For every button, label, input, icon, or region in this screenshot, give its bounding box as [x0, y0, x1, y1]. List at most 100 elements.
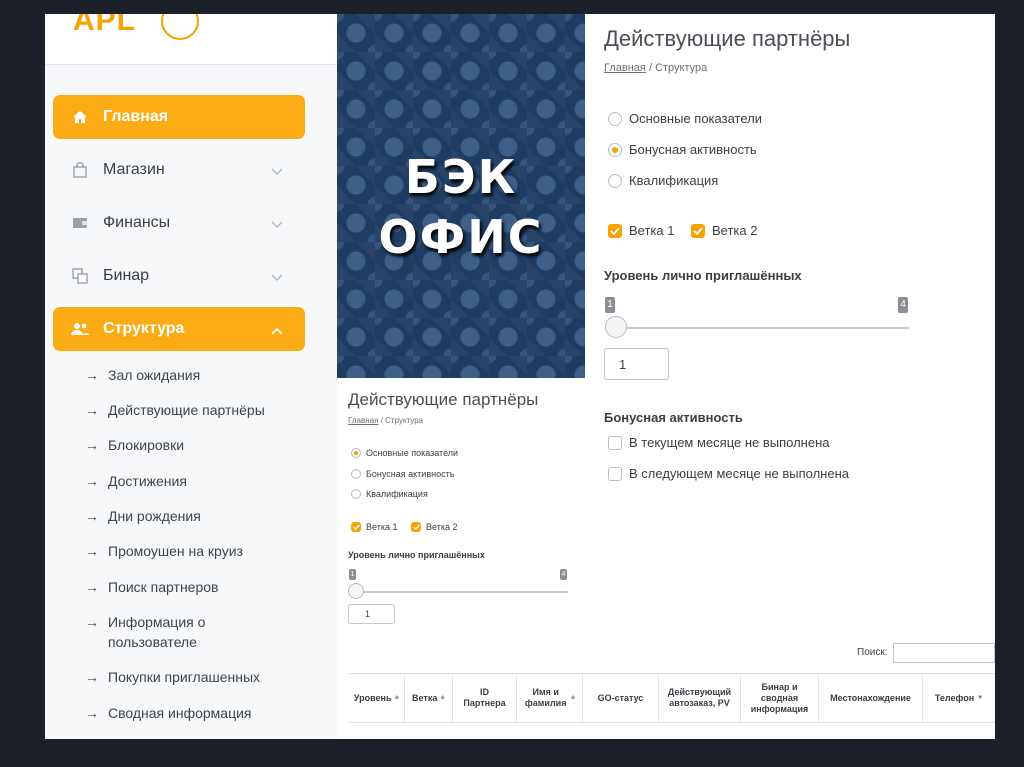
sidebar-item-home[interactable]: Главная [53, 95, 305, 139]
radio-button[interactable] [351, 469, 361, 479]
chevron-up-icon[interactable] [271, 322, 283, 340]
slider-track[interactable] [611, 327, 909, 329]
slider-track[interactable] [353, 591, 568, 593]
checkbox-checked[interactable] [691, 223, 705, 238]
submenu-item-waiting-room[interactable]: → Зал ожидания [85, 365, 325, 385]
radio-bonus-activity[interactable]: Бонусная активность [608, 142, 757, 157]
radio-button[interactable] [608, 111, 622, 126]
arrow-right-icon: → [85, 508, 99, 524]
submenu-item-cruise-promotion[interactable]: → Промоушен на круиз [85, 541, 325, 561]
slider-handle[interactable] [348, 583, 364, 599]
sidebar-item-structure[interactable]: Структура [53, 307, 305, 351]
bonus-activity-label: Бонусная активность [604, 410, 743, 425]
column-header-full-name[interactable]: Имя и фамилия ◆ [517, 674, 583, 722]
submenu-item-user-info[interactable]: → Информация о пользователе [85, 612, 225, 652]
breadcrumb-current: Структура [655, 62, 708, 74]
radio-button-selected[interactable] [608, 142, 622, 157]
sort-icon: ◆ [394, 694, 400, 701]
users-icon [71, 320, 89, 338]
sidebar-item-label: Главная [103, 108, 169, 125]
breadcrumb-home-link[interactable]: Главная [348, 416, 378, 425]
checkbox-current-month[interactable]: В текущем месяце не выполнена [608, 435, 830, 450]
checkbox-branch-2[interactable]: Ветка 2 [411, 522, 457, 532]
checkbox-label: В текущем месяце не выполнена [629, 435, 830, 450]
column-header-binary-summary[interactable]: Бинар и сводная информация [741, 674, 819, 722]
sidebar: APL Главная Магазин Финансы Бинар Структ… [45, 14, 337, 739]
radio-qualification[interactable]: Квалификация [351, 489, 428, 499]
arrow-right-icon: → [85, 402, 99, 418]
slide-background: БЭК ОФИС [337, 14, 585, 378]
checkbox-label: Ветка 2 [426, 522, 458, 532]
search-input[interactable] [893, 643, 995, 663]
radio-main-indicators[interactable]: Основные показатели [608, 111, 762, 126]
column-header-branch[interactable]: Ветка ◆ [405, 674, 453, 722]
logo-area: APL [45, 14, 337, 65]
page-title: Действующие партнёры [604, 26, 851, 51]
radio-button[interactable] [351, 489, 361, 499]
arrow-right-icon: → [85, 705, 99, 721]
submenu-item-label: Действующие партнёры [108, 402, 265, 418]
checkbox-label: В следующем месяце не выполнена [629, 466, 849, 481]
radio-label: Основные показатели [366, 448, 459, 458]
submenu-item-partner-search[interactable]: → Поиск партнеров [85, 577, 325, 597]
slider-min-label: 1 [349, 569, 356, 580]
radio-label: Бонусная активность [629, 142, 757, 157]
submenu-item-active-partners[interactable]: → Действующие партнёры [85, 400, 325, 420]
right-page-panel: Действующие партнёры Главная / Структура… [585, 14, 995, 739]
arrow-right-icon: → [85, 669, 99, 685]
checkbox-checked[interactable] [608, 223, 622, 238]
checkbox-branch-2[interactable]: Ветка 2 [691, 223, 757, 238]
sidebar-item-shop[interactable]: Магазин [53, 148, 305, 192]
chevron-down-icon[interactable] [271, 163, 283, 181]
checkbox-label: Ветка 1 [629, 223, 675, 238]
invited-level-input[interactable]: 1 [604, 348, 669, 380]
submenu-item-blocks[interactable]: → Блокировки [85, 435, 325, 455]
column-header-location[interactable]: Местонахождение [819, 674, 923, 722]
breadcrumb-home-link[interactable]: Главная [604, 62, 646, 74]
invited-level-label: Уровень лично приглашённых [348, 550, 485, 560]
radio-label: Основные показатели [629, 111, 762, 126]
sidebar-item-finance[interactable]: Финансы [53, 201, 305, 245]
checkbox-branch-1[interactable]: Ветка 1 [608, 223, 674, 238]
checkbox-unchecked[interactable] [608, 435, 622, 450]
checkbox-branch-1[interactable]: Ветка 1 [351, 522, 397, 532]
chevron-down-icon[interactable] [271, 216, 283, 234]
column-header-autoorder[interactable]: Действующий автозаказ, PV [659, 674, 741, 722]
arrow-right-icon: → [85, 437, 99, 453]
breadcrumb: Главная / Структура [604, 62, 707, 74]
column-header-phone[interactable]: Телефон ▼ [923, 674, 995, 722]
slider-handle[interactable] [605, 316, 627, 338]
checkbox-checked[interactable] [351, 522, 361, 532]
checkbox-next-month[interactable]: В следующем месяце не выполнена [608, 466, 849, 481]
checkbox-checked[interactable] [411, 522, 421, 532]
sidebar-item-label: Финансы [103, 214, 171, 231]
submenu-item-label: Достижения [108, 473, 187, 489]
submenu-item-invited-purchases[interactable]: → Покупки приглашенных [85, 667, 325, 687]
arrow-right-icon: → [85, 367, 99, 383]
checkbox-label: Ветка 1 [366, 522, 398, 532]
submenu-item-summary[interactable]: → Сводная информация [85, 703, 325, 723]
slide-title-line-1: БЭК [404, 150, 518, 204]
sort-icon: ◆ [440, 694, 445, 701]
submenu-item-birthdays[interactable]: → Дни рождения [85, 506, 325, 526]
submenu-item-label: Блокировки [108, 437, 185, 453]
checkbox-unchecked[interactable] [608, 466, 622, 481]
chevron-down-icon[interactable] [271, 269, 283, 287]
radio-bonus-activity[interactable]: Бонусная активность [351, 469, 454, 479]
radio-button[interactable] [608, 173, 622, 188]
submenu-item-achievements[interactable]: → Достижения [85, 471, 325, 491]
radio-qualification[interactable]: Квалификация [608, 173, 718, 188]
breadcrumb-separator: / [380, 416, 383, 425]
invited-level-input[interactable]: 1 [348, 604, 395, 624]
radio-button-selected[interactable] [351, 448, 361, 458]
radio-main-indicators[interactable]: Основные показатели [351, 448, 458, 458]
sidebar-item-binary[interactable]: Бинар [53, 254, 305, 298]
slide-title-line-2: ОФИС [378, 210, 544, 264]
invited-level-label: Уровень лично приглашённых [604, 268, 802, 283]
column-header-partner-id[interactable]: ID Партнера [453, 674, 517, 722]
sort-icon: ◆ [570, 694, 576, 701]
arrow-right-icon: → [85, 579, 99, 595]
column-header-level[interactable]: Уровень ◆ [349, 674, 405, 722]
column-header-go-status[interactable]: GO-статус [583, 674, 659, 722]
logo[interactable]: APL [73, 14, 136, 38]
